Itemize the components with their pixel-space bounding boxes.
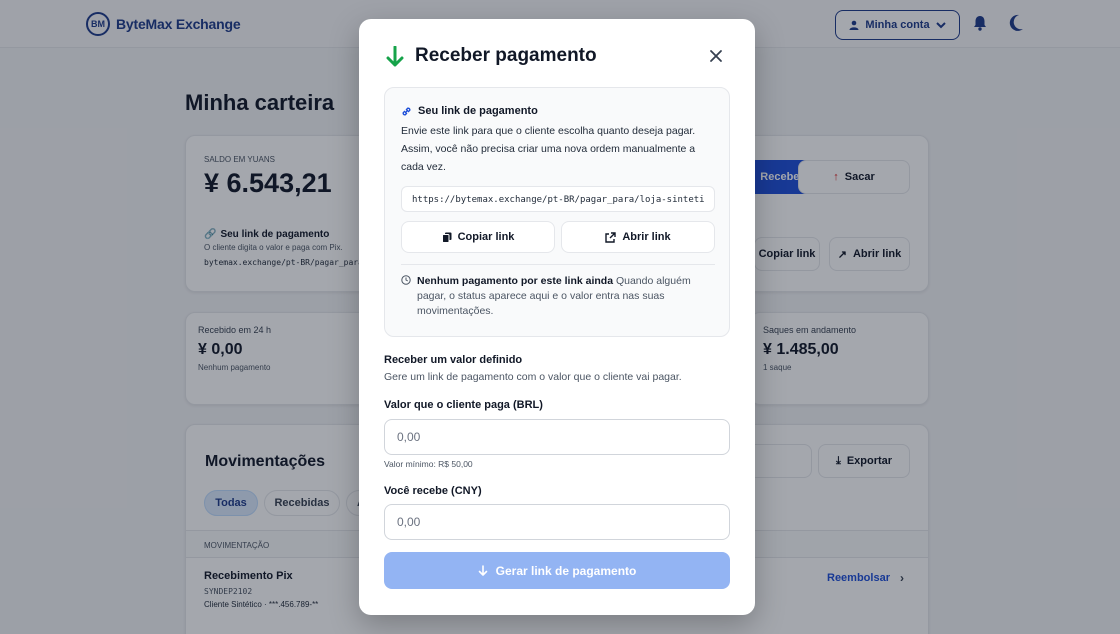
link-status-bold: Nenhum pagamento por este link ainda — [417, 275, 614, 287]
receive-label: Você recebe (CNY) — [384, 485, 482, 497]
amount-hint: Valor mínimo: R$ 50,00 — [384, 459, 473, 469]
amount-label: Valor que o cliente paga (BRL) — [384, 399, 543, 411]
link-section-title-text: Seu link de pagamento — [418, 105, 538, 117]
link-status-text: Nenhum pagamento por este link ainda Qua… — [417, 274, 711, 319]
divider — [401, 264, 715, 265]
payment-link-box: Seu link de pagamento Envie este link pa… — [384, 87, 730, 337]
open-link-button[interactable]: Abrir link — [561, 221, 715, 253]
external-link-icon — [605, 231, 617, 243]
link-icon — [402, 107, 411, 115]
clock-icon — [401, 275, 411, 285]
payment-link-url[interactable]: https://bytemax.exchange/pt-BR/pagar_par… — [401, 186, 715, 212]
generate-link-button[interactable]: Gerar link de pagamento — [384, 552, 730, 589]
fixed-amount-title: Receber um valor definido — [384, 354, 523, 366]
copy-link-label: Copiar link — [457, 231, 515, 243]
modal-title: Receber pagamento — [415, 45, 597, 66]
receive-payment-modal: Receber pagamento Seu link de pagamento … — [359, 19, 755, 615]
arrow-down-icon — [478, 564, 487, 576]
link-status: Nenhum pagamento por este link ainda Qua… — [401, 274, 711, 319]
copy-link-button[interactable]: Copiar link — [401, 221, 555, 253]
close-icon[interactable] — [708, 48, 724, 64]
fixed-amount-subtitle: Gere um link de pagamento com o valor qu… — [384, 371, 682, 383]
amount-input[interactable] — [384, 419, 730, 455]
receive-amount-input[interactable] — [384, 504, 730, 540]
link-section-title: Seu link de pagamento — [401, 105, 538, 117]
arrow-down-icon — [386, 46, 404, 67]
copy-icon — [441, 232, 452, 243]
link-section-description: Envie este link para que o cliente escol… — [401, 125, 696, 173]
open-link-label: Abrir link — [622, 231, 671, 243]
generate-link-label: Gerar link de pagamento — [495, 563, 637, 578]
